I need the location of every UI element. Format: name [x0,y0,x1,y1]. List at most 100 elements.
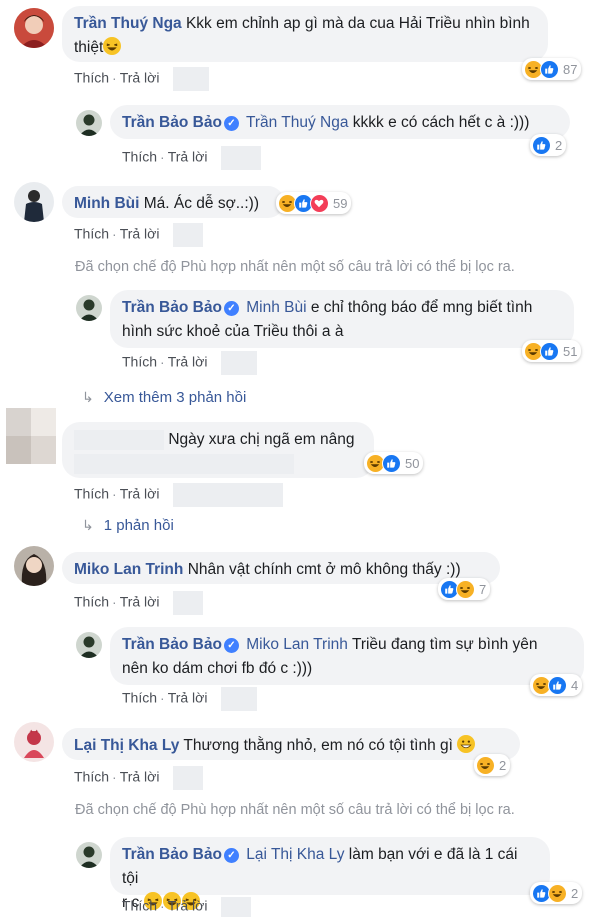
avatar[interactable] [76,295,102,321]
avatar-photo [76,632,102,658]
comment-actions: Thích · Trả lời [122,351,258,375]
timestamp[interactable] [173,766,204,790]
timestamp[interactable] [221,146,262,170]
reaction-count: 59 [333,195,348,211]
commenter-name[interactable]: Trần Bảo Bảo [122,114,222,131]
view-more-replies-link[interactable]: ↳ Xem thêm 3 phản hồi [82,389,246,406]
comment-text: hình sức khoẻ của Triều thôi a à [122,323,344,340]
reaction-summary[interactable]: 2 [530,882,583,904]
reply-arrow-icon: ↳ [82,389,94,405]
reply-link[interactable]: Trả lời [120,70,160,86]
timestamp[interactable] [173,591,204,615]
commenter-name[interactable]: Lại Thị Kha Ly [74,737,179,754]
mention-link[interactable]: Miko Lan Trinh [246,636,348,653]
comment-text: Nhân vật chính cmt ở mô không thấy :)) [187,561,461,578]
avatar[interactable] [76,842,102,868]
commenter-name[interactable]: Trần Bảo Bảo [122,846,222,863]
reaction-summary[interactable]: 51 [522,340,582,362]
like-link[interactable]: Thích [74,769,109,785]
comment-text: kkkk e có cách hết c à :))) [352,114,530,131]
avatar[interactable] [14,8,54,48]
reply-link[interactable]: Trả lời [120,769,160,785]
verified-badge-icon: ✓ [223,848,239,863]
comment-bubble: Minh Bùi Má. Ác dễ sợ..:)) [62,186,284,218]
reply-link[interactable]: Trả lời [168,354,208,370]
avatar[interactable] [76,110,102,136]
avatar[interactable]: ✦ ✦ [14,722,54,762]
comment-actions: Thích · Trả lời [74,766,204,790]
reply-link[interactable]: Trả lời [120,594,160,610]
reply-bubble: Trần Bảo Bảo ✓ Lại Thị Kha Ly làm bạn với… [110,837,550,911]
reply-bubble: Trần Bảo Bảo ✓ Miko Lan Trinh Triều đang … [110,627,584,685]
like-link[interactable]: Thích [122,898,157,914]
avatar-photo [14,546,54,586]
comment-text: Má. Ác dễ sợ..:)) [143,195,259,212]
commenter-name[interactable]: Trần Bảo Bảo [122,299,222,316]
reaction-count: 7 [479,581,487,597]
comment-bubble: Ngày xưa chị ngã em nâng [62,422,374,478]
filter-notice: Đã chọn chế độ Phù hợp nhất nên một số c… [75,259,515,275]
mention-link[interactable]: Minh Bùi [246,299,306,316]
avatar[interactable] [14,182,54,222]
timestamp[interactable] [221,351,258,375]
commenter-name[interactable] [74,429,164,450]
avatar[interactable] [76,632,102,658]
reaction-count: 4 [571,677,579,693]
view-replies-link[interactable]: ↳ 1 phản hồi [82,517,174,534]
reaction-summary[interactable]: 59 [276,192,352,214]
like-link[interactable]: Thích [122,354,157,370]
haha-reaction-icon [456,579,475,599]
commenter-name[interactable]: Trần Thuý Nga [74,15,182,32]
like-link[interactable]: Thích [122,149,157,165]
timestamp[interactable] [221,687,258,711]
reaction-summary[interactable]: 7 [438,578,491,600]
haha-reaction-icon [476,755,495,775]
like-link[interactable]: Thích [74,226,109,242]
reaction-summary[interactable]: 50 [364,452,424,474]
mention-link[interactable]: Trần Thuý Nga [246,114,349,131]
like-link[interactable]: Thích [74,594,109,610]
commenter-name[interactable]: Trần Bảo Bảo [122,636,222,653]
timestamp[interactable] [173,67,210,91]
love-reaction-icon [310,193,329,213]
avatar[interactable] [14,546,54,586]
comment-text: thiệt [74,39,104,56]
like-link[interactable]: Thích [74,70,109,86]
mention-link[interactable]: Lại Thị Kha Ly [246,846,344,863]
reaction-summary[interactable]: 2 [530,134,567,156]
like-link[interactable]: Thích [74,486,109,502]
like-link[interactable]: Thích [122,690,157,706]
comment-bubble: Lại Thị Kha Ly Thương thằng nhỏ, em nó c… [62,728,520,760]
reply-link[interactable]: Trả lời [168,149,208,165]
comment-text: e chỉ thông báo để mng biết tình [310,299,533,316]
reply-link[interactable]: Trả lời [168,690,208,706]
commenter-name[interactable]: Miko Lan Trinh [74,561,183,578]
reaction-summary[interactable]: 87 [522,58,582,80]
reaction-summary[interactable]: 4 [530,674,583,696]
timestamp[interactable] [221,897,252,917]
comment-text: Thương thằng nhỏ, em nó có tội tình gì [183,737,453,754]
comment-actions: Thích · Trả lời [74,223,204,247]
timestamp[interactable] [173,483,284,507]
avatar-photo [14,182,54,222]
reply-link[interactable]: Trả lời [168,898,208,914]
avatar-photo [76,295,102,321]
reaction-summary[interactable]: 2 [474,754,511,776]
reaction-count: 2 [499,757,507,773]
verified-badge-icon: ✓ [223,638,239,653]
svg-text:✦ ✦: ✦ ✦ [29,729,39,735]
avatar-photo: ✦ ✦ [14,722,54,762]
reaction-count: 2 [571,885,579,901]
reply-link[interactable]: Trả lời [120,226,160,242]
avatar-photo [76,110,102,136]
avatar[interactable] [6,408,56,464]
timestamp[interactable] [173,223,204,247]
verified-badge-icon: ✓ [223,301,239,316]
commenter-name[interactable]: Minh Bùi [74,195,139,212]
comment-bubble: Miko Lan Trinh Nhân vật chính cmt ở mô k… [62,552,500,584]
laughing-emoji-icon [103,37,122,55]
avatar-photo [76,842,102,868]
reply-bubble: Trần Bảo Bảo ✓ Minh Bùi e chỉ thông báo đ… [110,290,574,348]
avatar-photo [14,8,54,48]
reply-link[interactable]: Trả lời [120,486,160,502]
